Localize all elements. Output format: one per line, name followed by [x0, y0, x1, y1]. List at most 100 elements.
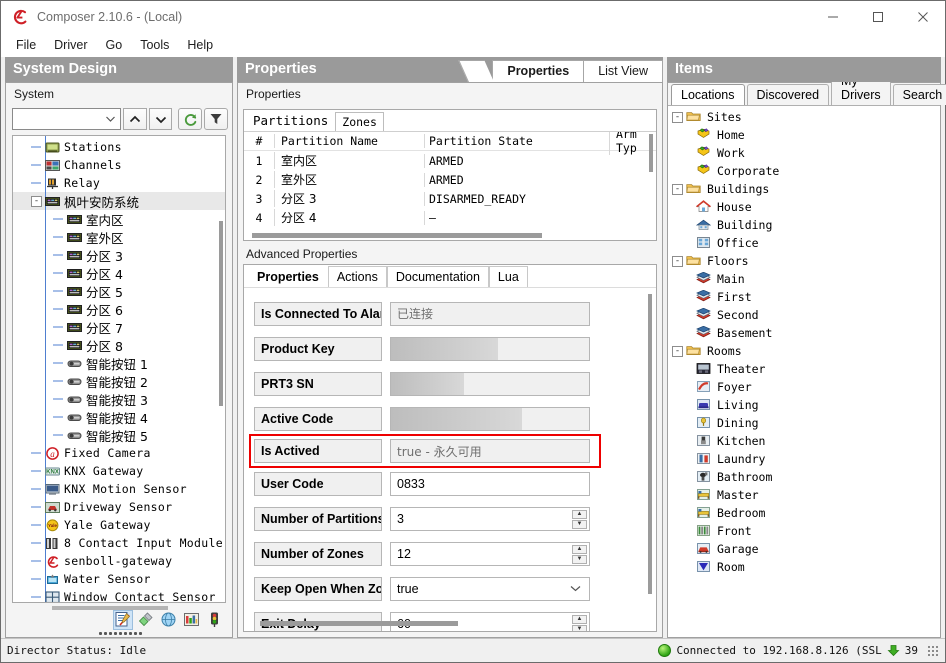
items-tree-item[interactable]: Corporate: [668, 162, 940, 180]
minimize-button[interactable]: [810, 1, 855, 33]
resize-grip[interactable]: [927, 644, 939, 657]
partitions-table-vscrollbar[interactable]: [649, 134, 653, 172]
items-tab-search[interactable]: Search: [892, 84, 946, 105]
globe-icon[interactable]: [160, 611, 178, 629]
table-row[interactable]: 2 室外区 ARMED: [244, 170, 656, 189]
system-tree-item[interactable]: KNX Motion Sensor: [13, 480, 225, 498]
items-tree-item[interactable]: Living: [668, 396, 940, 414]
table-row[interactable]: 1 室内区 ARMED: [244, 151, 656, 170]
spinner-up-icon[interactable]: ▲: [572, 614, 587, 624]
system-tree-container[interactable]: Stations Channels Relay - 枫叶安防系统 室内区 室外区 分…: [12, 135, 226, 603]
system-tree-item[interactable]: Water Sensor: [13, 570, 225, 588]
edit-document-icon[interactable]: [113, 610, 133, 630]
menu-file[interactable]: File: [7, 35, 45, 55]
items-tree-item[interactable]: Foyer: [668, 378, 940, 396]
items-tree-item[interactable]: - Floors: [668, 252, 940, 270]
nav-up-button[interactable]: [122, 108, 147, 130]
items-tree-item[interactable]: Room: [668, 558, 940, 576]
system-tree-item[interactable]: Stations: [13, 138, 225, 156]
grid-tab-partitions[interactable]: Partitions: [246, 110, 336, 131]
items-tree[interactable]: - Sites Home Work Corporate - Buildings House Bu…: [668, 105, 940, 637]
tree-expander[interactable]: -: [672, 183, 683, 195]
items-tree-item[interactable]: Garage: [668, 540, 940, 558]
system-tree-item[interactable]: - 枫叶安防系统: [13, 192, 225, 210]
system-tree-item[interactable]: 8 Contact Input Module: [13, 534, 225, 552]
property-value-readonly[interactable]: 已连接: [390, 301, 590, 326]
advanced-form-hscrollbar[interactable]: [260, 621, 458, 626]
spinner-stepper[interactable]: ▲ ▼: [572, 544, 587, 564]
system-tree-item[interactable]: a Fixed Camera: [13, 444, 225, 462]
system-tree-item[interactable]: Window Contact Sensor: [13, 588, 225, 602]
menu-driver[interactable]: Driver: [45, 35, 96, 55]
spinner-up-icon[interactable]: ▲: [572, 509, 587, 519]
property-value-redacted[interactable]: [390, 371, 590, 396]
items-tree-item[interactable]: House: [668, 198, 940, 216]
property-value-spinner[interactable]: 12 ▲ ▼: [390, 541, 590, 566]
spinner-down-icon[interactable]: ▼: [572, 554, 587, 564]
programming-icon[interactable]: [183, 611, 201, 629]
system-tree-scrollbar[interactable]: [219, 221, 223, 406]
spinner-up-icon[interactable]: ▲: [572, 544, 587, 554]
menu-help[interactable]: Help: [178, 35, 222, 55]
chevron-down-icon[interactable]: [570, 584, 581, 595]
items-tree-item[interactable]: Office: [668, 234, 940, 252]
property-value-select[interactable]: true: [390, 576, 590, 601]
items-tree-item[interactable]: Bedroom: [668, 504, 940, 522]
items-tree-item[interactable]: Master: [668, 486, 940, 504]
property-value-spinner[interactable]: 3 ▲ ▼: [390, 506, 590, 531]
items-tree-item[interactable]: Dining: [668, 414, 940, 432]
property-value-redacted[interactable]: [390, 406, 590, 431]
close-button[interactable]: [900, 1, 945, 33]
system-tree-item[interactable]: Relay: [13, 174, 225, 192]
filter-button[interactable]: [204, 108, 228, 130]
adv-tab-documentation[interactable]: Documentation: [386, 266, 489, 287]
adv-tab-lua[interactable]: Lua: [488, 266, 528, 287]
items-tree-item[interactable]: Home: [668, 126, 940, 144]
items-tree-item[interactable]: Theater: [668, 360, 940, 378]
spinner-stepper[interactable]: ▲ ▼: [572, 509, 587, 529]
maximize-button[interactable]: [855, 1, 900, 33]
nav-down-button[interactable]: [148, 108, 173, 130]
adv-tab-properties[interactable]: Properties: [248, 266, 328, 287]
refresh-button[interactable]: [178, 108, 203, 130]
items-tree-item[interactable]: First: [668, 288, 940, 306]
items-tree-item[interactable]: - Buildings: [668, 180, 940, 198]
system-tree-item[interactable]: Channels: [13, 156, 225, 174]
connections-icon[interactable]: [137, 611, 155, 629]
items-tree-item[interactable]: Bathroom: [668, 468, 940, 486]
spinner-down-icon[interactable]: ▼: [572, 519, 587, 529]
spinner-stepper[interactable]: ▲ ▼: [572, 614, 587, 631]
splitter-grip[interactable]: [98, 631, 144, 636]
property-value-text[interactable]: 0833: [390, 471, 590, 496]
menu-tools[interactable]: Tools: [131, 35, 178, 55]
partitions-table[interactable]: # Partition Name Partition State Arm Typ…: [244, 131, 656, 240]
menu-go[interactable]: Go: [97, 35, 132, 55]
system-tree-item[interactable]: Yale Yale Gateway: [13, 516, 225, 534]
spinner-down-icon[interactable]: ▼: [572, 624, 587, 631]
tab-properties[interactable]: Properties: [492, 60, 585, 82]
tab-list-view[interactable]: List View: [583, 60, 663, 82]
items-tree-item[interactable]: - Rooms: [668, 342, 940, 360]
table-row[interactable]: 4 分区 4–: [244, 208, 656, 227]
items-tree-item[interactable]: Laundry: [668, 450, 940, 468]
items-tree-item[interactable]: Basement: [668, 324, 940, 342]
adv-tab-actions[interactable]: Actions: [327, 266, 387, 287]
traffic-light-icon[interactable]: [206, 611, 224, 629]
grid-tab-zones[interactable]: Zones: [335, 112, 384, 131]
items-tree-item[interactable]: Front: [668, 522, 940, 540]
items-tree-item[interactable]: Work: [668, 144, 940, 162]
property-value-redacted[interactable]: [390, 336, 590, 361]
items-tree-item[interactable]: Kitchen: [668, 432, 940, 450]
system-tree-item[interactable]: Driveway Sensor: [13, 498, 225, 516]
system-tree-item[interactable]: senboll-gateway: [13, 552, 225, 570]
tree-expander[interactable]: -: [31, 195, 42, 207]
items-tree-item[interactable]: - Sites: [668, 108, 940, 126]
tree-expander[interactable]: -: [672, 345, 683, 357]
system-filter-combo[interactable]: [12, 108, 121, 130]
items-tree-item[interactable]: Building: [668, 216, 940, 234]
tree-expander[interactable]: -: [672, 255, 683, 267]
items-tree-item[interactable]: Main: [668, 270, 940, 288]
system-tree-hscrollbar[interactable]: [52, 606, 168, 610]
partitions-table-hscrollbar[interactable]: [252, 233, 542, 238]
system-tree-item[interactable]: KNX KNX Gateway: [13, 462, 225, 480]
